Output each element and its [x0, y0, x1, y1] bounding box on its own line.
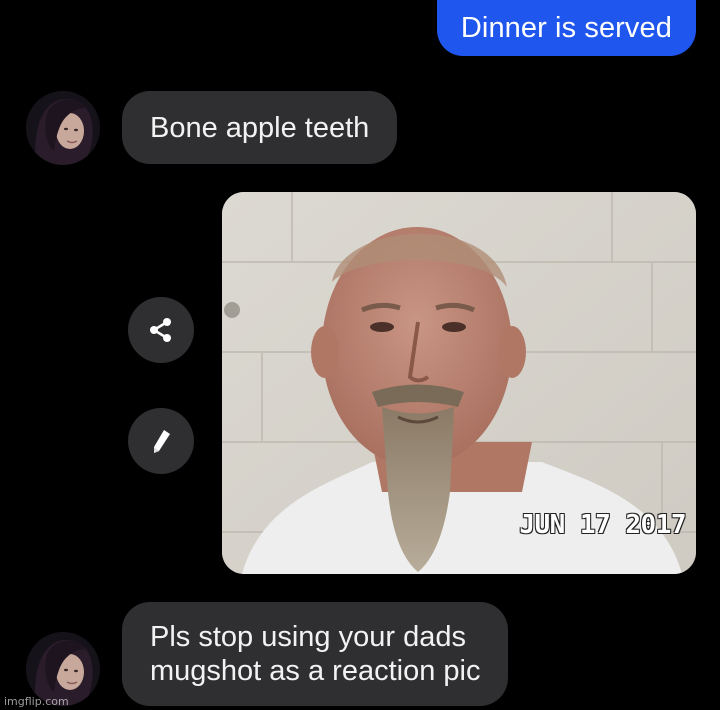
imgflip-watermark: imgflip.com: [4, 695, 69, 708]
share-button[interactable]: [128, 297, 194, 363]
image-message[interactable]: JUN 17 2017: [222, 192, 696, 574]
sent-message-bubble[interactable]: Dinner is served: [436, 0, 696, 56]
received-message-bubble[interactable]: Pls stop using your dads mugshot as a re…: [122, 602, 509, 706]
share-icon: [150, 318, 171, 342]
message-text-line-1: Pls stop using your dads: [150, 621, 466, 653]
contact-avatar[interactable]: [26, 91, 100, 165]
chat-screen: Dinner is served Bone apple teeth JUN 17…: [0, 0, 720, 710]
message-text: Dinner is served: [460, 11, 672, 44]
message-text: Bone apple teeth: [150, 111, 370, 144]
avatar-image: [26, 91, 100, 165]
photo-date-stamp: JUN 17 2017: [519, 510, 686, 540]
edit-button[interactable]: [128, 408, 194, 474]
message-text-line-2: mugshot as a reaction pic: [150, 655, 481, 687]
received-message-bubble[interactable]: Bone apple teeth: [122, 91, 398, 164]
pencil-icon: [154, 430, 170, 453]
